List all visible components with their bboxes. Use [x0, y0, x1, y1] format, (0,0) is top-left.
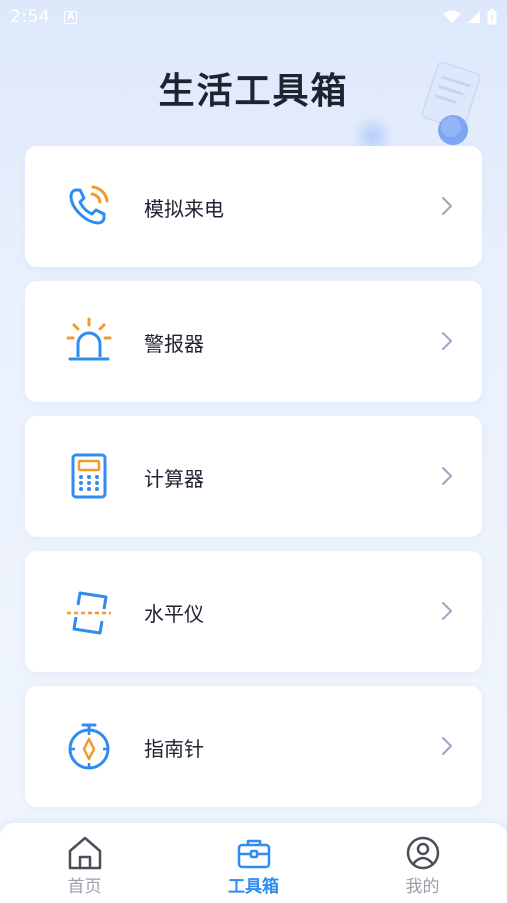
tool-label-level: 水平仪: [144, 602, 204, 626]
tool-card-compass[interactable]: 指南针: [25, 686, 482, 807]
profile-icon: [406, 836, 439, 870]
tab-label-profile: 我的: [405, 877, 440, 897]
alarm-light-icon: [66, 317, 112, 361]
tool-card-fake-call[interactable]: 模拟来电: [25, 146, 482, 267]
battery-icon: !: [487, 9, 497, 25]
status-bar: 2:54 A !: [0, 0, 507, 34]
tab-toolbox[interactable]: 工具箱: [169, 823, 338, 903]
bottom-tab-bar: 首页 工具箱 我的: [0, 823, 507, 903]
level-icon: [67, 591, 111, 635]
chevron-right-icon: [442, 467, 452, 485]
status-time: 2:54: [10, 7, 51, 27]
tab-label-home: 首页: [67, 877, 102, 897]
status-indicators: !: [443, 9, 497, 25]
svg-text:!: !: [490, 14, 494, 25]
signal-icon: [468, 11, 480, 23]
tool-card-alarm[interactable]: 警报器: [25, 281, 482, 402]
tool-card-calculator[interactable]: 计算器: [25, 416, 482, 537]
chevron-right-icon: [442, 332, 452, 350]
chevron-right-icon: [442, 602, 452, 620]
tool-label-calculator: 计算器: [144, 467, 204, 491]
toolbox-icon: [237, 839, 270, 869]
tab-home[interactable]: 首页: [0, 823, 169, 903]
tab-profile[interactable]: 我的: [338, 823, 507, 903]
tool-card-level[interactable]: 水平仪: [25, 551, 482, 672]
chevron-right-icon: [442, 737, 452, 755]
tool-label-alarm: 警报器: [144, 332, 204, 356]
page-title: 生活工具箱: [158, 71, 349, 112]
tab-label-toolbox: 工具箱: [228, 877, 279, 897]
compass-icon: [68, 723, 110, 770]
tool-label-fake-call: 模拟来电: [144, 197, 224, 221]
tool-label-compass: 指南针: [144, 737, 204, 761]
calculator-icon: [71, 453, 107, 499]
notification-icon: A: [64, 10, 78, 24]
phone-call-icon: [69, 185, 109, 225]
chevron-right-icon: [442, 197, 452, 215]
home-icon: [68, 836, 101, 870]
wifi-icon: [443, 10, 461, 23]
